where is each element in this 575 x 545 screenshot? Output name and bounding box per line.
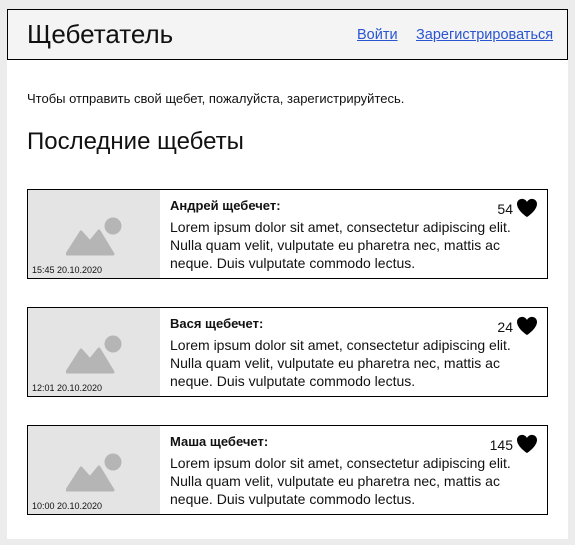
register-notice: Чтобы отправить свой щебет, пожалуйста, … bbox=[27, 91, 405, 106]
heart-icon[interactable] bbox=[516, 198, 538, 218]
like-count: 54 bbox=[497, 201, 513, 217]
like-count: 24 bbox=[497, 319, 513, 335]
tweet-text: Lorem ipsum dolor sit amet, consectetur … bbox=[170, 455, 511, 507]
tweet-text: Lorem ipsum dolor sit amet, consectetur … bbox=[170, 219, 511, 271]
tweet-card: 12:01 20.10.2020 Вася щебечет: Lorem ips… bbox=[27, 307, 548, 397]
tweet-timestamp: 12:01 20.10.2020 bbox=[32, 383, 103, 393]
register-link[interactable]: Зарегистрироваться bbox=[416, 26, 553, 44]
tweet-timestamp: 15:45 20.10.2020 bbox=[32, 265, 103, 275]
tweet-image: 12:01 20.10.2020 bbox=[28, 308, 160, 396]
login-link[interactable]: Войти bbox=[357, 26, 398, 44]
tweet-author: Вася щебечет: bbox=[170, 316, 264, 331]
tweet-text: Lorem ipsum dolor sit amet, consectetur … bbox=[170, 337, 511, 389]
tweet-image: 15:45 20.10.2020 bbox=[28, 190, 160, 278]
tweet-timestamp: 10:00 20.10.2020 bbox=[32, 501, 103, 511]
like-count: 145 bbox=[489, 437, 513, 453]
image-placeholder-icon bbox=[66, 335, 122, 374]
tweet-image: 10:00 20.10.2020 bbox=[28, 426, 160, 514]
header: Щебетатель Войти Зарегистрироваться bbox=[7, 9, 568, 60]
tweet-card: 15:45 20.10.2020 Андрей щебечет: Lorem i… bbox=[27, 189, 548, 279]
brand-title: Щебетатель bbox=[27, 19, 174, 49]
app-window: Щебетатель Войти Зарегистрироваться Чтоб… bbox=[7, 9, 568, 539]
tweet-card: 10:00 20.10.2020 Маша щебечет: Lorem ips… bbox=[27, 425, 548, 515]
tweet-author: Андрей щебечет: bbox=[170, 198, 281, 213]
image-placeholder-icon bbox=[66, 453, 122, 492]
section-title: Последние щебеты bbox=[27, 128, 244, 155]
heart-icon[interactable] bbox=[516, 316, 538, 336]
image-placeholder-icon bbox=[66, 217, 122, 256]
tweet-author: Маша щебечет: bbox=[170, 434, 269, 449]
heart-icon[interactable] bbox=[516, 434, 538, 454]
